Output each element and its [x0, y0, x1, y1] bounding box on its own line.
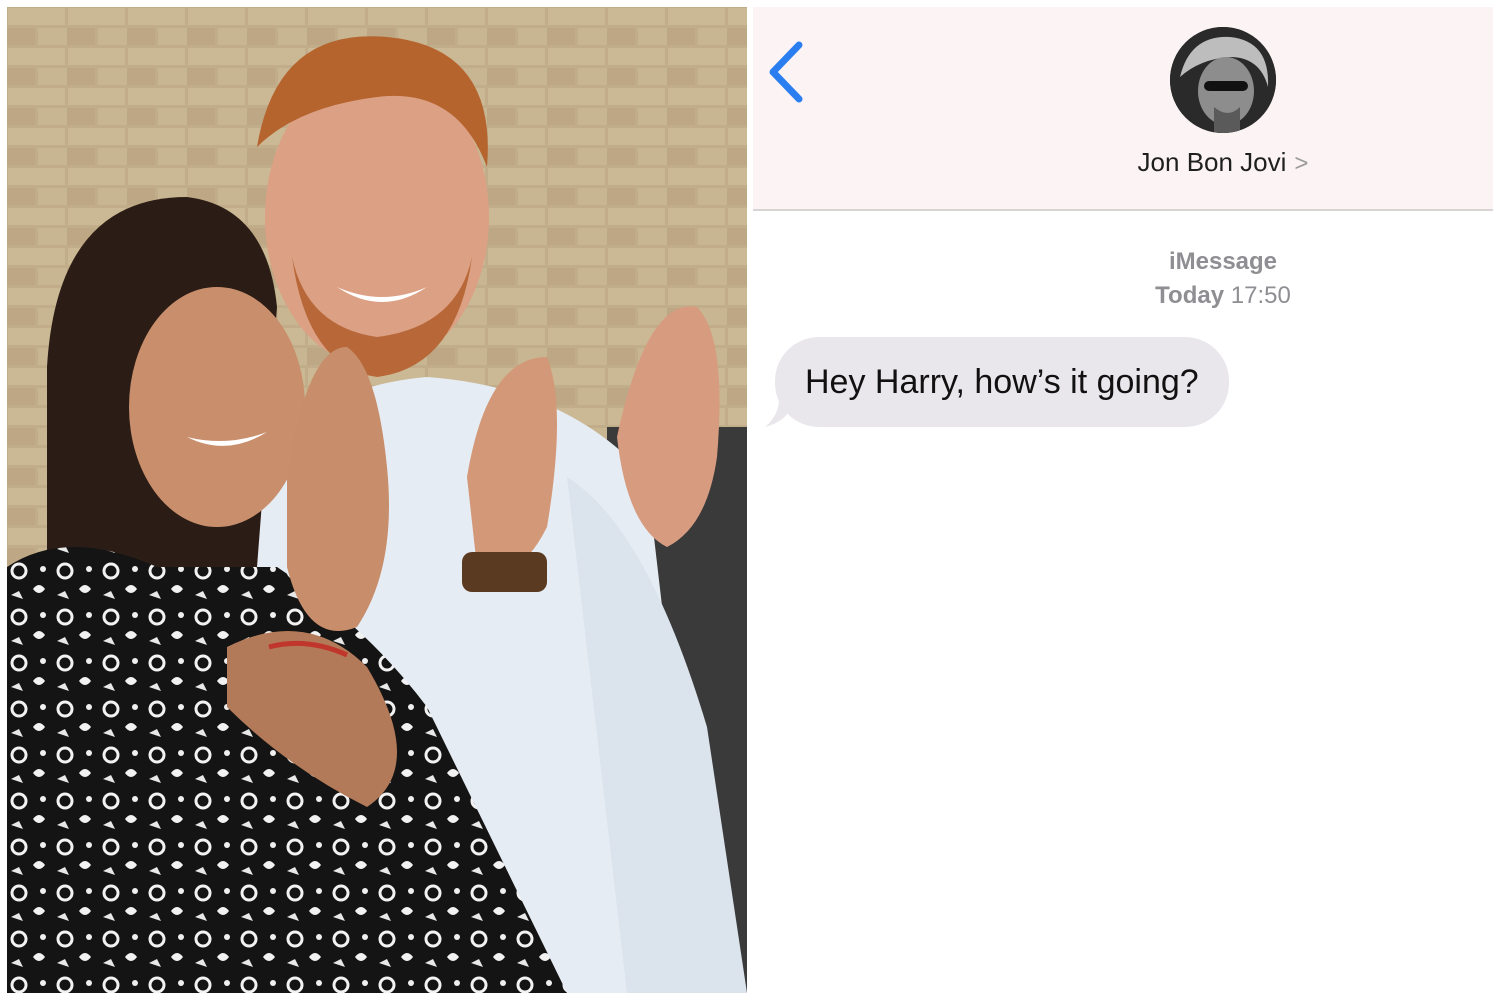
contact-name-button[interactable]: Jon Bon Jovi >: [1103, 147, 1343, 178]
service-label: iMessage: [1168, 248, 1278, 275]
timestamp-time: 17:50: [1230, 282, 1291, 309]
couple-clapping-photo: [7, 7, 747, 993]
conversation-header: Jon Bon Jovi >: [753, 7, 1493, 211]
chevron-left-icon: [769, 41, 803, 103]
timestamp-day: Today: [1155, 282, 1225, 309]
message-text: Hey Harry, how’s it going?: [805, 362, 1199, 401]
contact-avatar[interactable]: [1170, 27, 1276, 133]
chevron-right-icon: >: [1294, 150, 1309, 177]
incoming-message-bubble[interactable]: Hey Harry, how’s it going?: [775, 337, 1229, 427]
timestamp: Today 17:50: [1073, 279, 1373, 313]
contact-name: Jon Bon Jovi: [1137, 147, 1287, 177]
thread-meta: iMessage Today 17:50: [1073, 245, 1373, 313]
back-button[interactable]: [763, 39, 815, 105]
news-photo: [7, 7, 747, 993]
composite-frame: Jon Bon Jovi > iMessage Today 17:50 Hey H…: [0, 0, 1500, 1000]
contact-avatar-photo: [1170, 27, 1276, 133]
message-thread-screen: Jon Bon Jovi > iMessage Today 17:50 Hey H…: [753, 7, 1493, 993]
